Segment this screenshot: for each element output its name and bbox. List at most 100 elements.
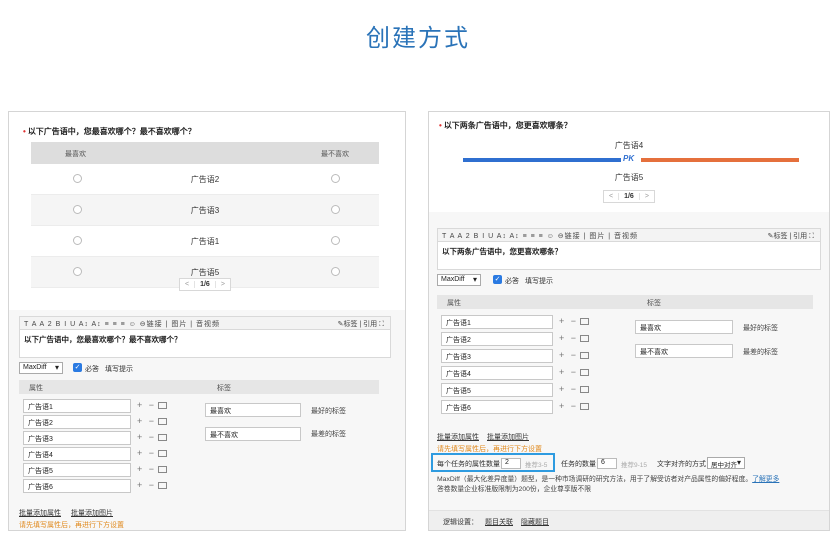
worst-radio[interactable] [331, 267, 340, 276]
right-batch-attr-link[interactable]: 批量添加属性 [437, 432, 479, 442]
left-pager: < 1/6 > [179, 278, 231, 291]
pager-prev-button[interactable]: < [180, 281, 194, 288]
image-icon[interactable] [158, 466, 168, 474]
learn-more-link[interactable]: 了解更多 [752, 476, 779, 483]
toolbar-tag-quote-buttons[interactable]: ✎标签 | 引用 ⛶ [338, 319, 384, 329]
pager-next-button[interactable]: > [640, 193, 654, 200]
image-icon[interactable] [580, 386, 590, 394]
left-batch-img-link[interactable]: 批量添加图片 [71, 508, 113, 518]
right-batch-img-link[interactable]: 批量添加图片 [487, 432, 529, 442]
worst-radio[interactable] [331, 205, 340, 214]
image-icon[interactable] [158, 418, 168, 426]
attr-ops[interactable]: + − [137, 400, 168, 410]
task-count-input[interactable]: 6 [597, 458, 617, 469]
logic-label: 逻辑设置： [443, 519, 478, 526]
right-question-panel: • 以下两条广告语中，您更喜欢哪条？ 广告语4 PK 广告语5 < 1/6 > T… [428, 111, 830, 531]
required-star: • [23, 127, 26, 136]
left-warning-text: 请先填写属性后，再进行下方设置 [19, 522, 124, 529]
left-type-select[interactable]: MaxDiff [19, 362, 63, 374]
right-attr-input-3[interactable]: 广告语3 [441, 349, 553, 363]
description-text: MaxDiff（最大化差异度量）题型，是一种市场调研的研究方法，用于了解受访者对… [437, 476, 753, 483]
required-star: • [439, 121, 442, 130]
image-icon[interactable] [158, 450, 168, 458]
left-tag-worst-input[interactable]: 最不喜欢 [205, 427, 301, 441]
image-icon[interactable] [580, 352, 590, 360]
table-row: 广告语2 [31, 164, 379, 195]
right-attr-input-4[interactable]: 广告语4 [441, 366, 553, 380]
left-attr-input-4[interactable]: 广告语4 [23, 447, 131, 461]
right-attr-input-6[interactable]: 广告语6 [441, 400, 553, 414]
right-type-select[interactable]: MaxDiff [437, 274, 481, 286]
left-required-label: 必答 [85, 366, 99, 373]
attr-ops[interactable]: + − [559, 316, 590, 326]
align-label: 文字对齐的方式 [657, 461, 706, 468]
left-question-title: • 以下广告语中，您最喜欢哪个？最不喜欢哪个？ [23, 126, 196, 137]
attr-header-label: 属性 [29, 385, 43, 392]
align-select[interactable]: 居中对齐 [707, 457, 745, 469]
attr-ops[interactable]: + − [559, 333, 590, 343]
toolbar-format-buttons[interactable]: T A A 2 B I U A↕ A↕ ≡ ≡ ≡ ☺ ⊖链接 | 图片 | 音… [442, 231, 638, 241]
left-attr-input-5[interactable]: 广告语5 [23, 463, 131, 477]
pk-bottom-item[interactable]: 广告语5 [429, 172, 829, 183]
left-batch-attr-link[interactable]: 批量添加属性 [19, 508, 61, 518]
left-attr-input-6[interactable]: 广告语6 [23, 479, 131, 493]
attr-ops[interactable]: + − [137, 464, 168, 474]
image-icon[interactable] [158, 482, 168, 490]
image-icon[interactable] [158, 434, 168, 442]
left-tag-best-input[interactable]: 最喜欢 [205, 403, 301, 417]
left-attr-input-3[interactable]: 广告语3 [23, 431, 131, 445]
attr-ops[interactable]: + − [137, 480, 168, 490]
attr-ops[interactable]: + − [137, 416, 168, 426]
right-fill-hint-link[interactable]: 填写提示 [525, 276, 553, 286]
attr-ops[interactable]: + − [559, 350, 590, 360]
logic-question-link[interactable]: 题目关联 [485, 517, 513, 527]
pk-blue-bar [463, 158, 621, 162]
left-editor-toolbar: T A A 2 B I U A↕ A↕ ≡ ≡ ≡ ☺ ⊖链接 | 图片 | 音… [19, 316, 391, 330]
attr-ops[interactable]: + − [559, 384, 590, 394]
left-attr-input-1[interactable]: 广告语1 [23, 399, 131, 413]
left-question-text: 以下广告语中，您最喜欢哪个？最不喜欢哪个？ [27, 127, 196, 136]
left-required-checkbox[interactable]: ✓ [73, 363, 82, 372]
right-question-editor[interactable]: 以下两条广告语中，您更喜欢哪条？ [437, 242, 821, 270]
logic-hide-link[interactable]: 隐藏题目 [521, 517, 549, 527]
right-required-checkbox[interactable]: ✓ [493, 275, 502, 284]
image-icon[interactable] [580, 403, 590, 411]
attrs-per-task-label: 每个任务的属性数量 [437, 461, 500, 468]
attr-ops[interactable]: + − [559, 367, 590, 377]
right-attr-input-1[interactable]: 广告语1 [441, 315, 553, 329]
right-tag-best-input[interactable]: 最喜欢 [635, 320, 733, 334]
right-pager: < 1/6 > [603, 190, 655, 203]
task-count-label: 任务的数量 [561, 461, 596, 468]
image-icon[interactable] [580, 318, 590, 326]
maxdiff-table: 最喜欢 最不喜欢 广告语2 广告语3 广告语1 广告语5 [31, 142, 379, 288]
image-icon[interactable] [158, 402, 168, 410]
attr-ops[interactable]: + − [137, 448, 168, 458]
left-fill-hint-link[interactable]: 填写提示 [105, 364, 133, 374]
quota-text: 答卷数量企业标准版限制为200份，企业尊享版不限 [437, 486, 592, 493]
attrs-per-task-hint: 推荐3-5 [525, 462, 548, 469]
right-question-title: • 以下两条广告语中，您更喜欢哪条？ [439, 120, 572, 131]
task-count-hint: 推荐9-15 [621, 462, 648, 469]
pk-label: PK [623, 154, 635, 163]
image-icon[interactable] [580, 335, 590, 343]
right-attr-input-2[interactable]: 广告语2 [441, 332, 553, 346]
pager-prev-button[interactable]: < [604, 193, 618, 200]
pager-page: 1/6 [194, 281, 216, 288]
right-tag-worst-input[interactable]: 最不喜欢 [635, 344, 733, 358]
worst-radio[interactable] [331, 236, 340, 245]
attr-ops[interactable]: + − [137, 432, 168, 442]
attrs-per-task-input[interactable]: 2 [501, 458, 521, 469]
pk-top-item[interactable]: 广告语4 [429, 140, 829, 151]
tag-header-label: 标签 [647, 300, 661, 307]
row-label: 广告语3 [190, 206, 220, 215]
right-preview: • 以下两条广告语中，您更喜欢哪条？ 广告语4 PK 广告语5 < 1/6 > [429, 112, 829, 212]
worst-radio[interactable] [331, 174, 340, 183]
image-icon[interactable] [580, 369, 590, 377]
left-question-editor[interactable]: 以下广告语中，您最喜欢哪个？最不喜欢哪个？ [19, 330, 391, 358]
attr-ops[interactable]: + − [559, 401, 590, 411]
pager-next-button[interactable]: > [216, 281, 230, 288]
toolbar-format-buttons[interactable]: T A A 2 B I U A↕ A↕ ≡ ≡ ≡ ☺ ⊖链接 | 图片 | 音… [24, 319, 220, 329]
left-attr-input-2[interactable]: 广告语2 [23, 415, 131, 429]
right-attr-input-5[interactable]: 广告语5 [441, 383, 553, 397]
toolbar-tag-quote-buttons[interactable]: ✎标签 | 引用 ⛶ [768, 231, 814, 241]
